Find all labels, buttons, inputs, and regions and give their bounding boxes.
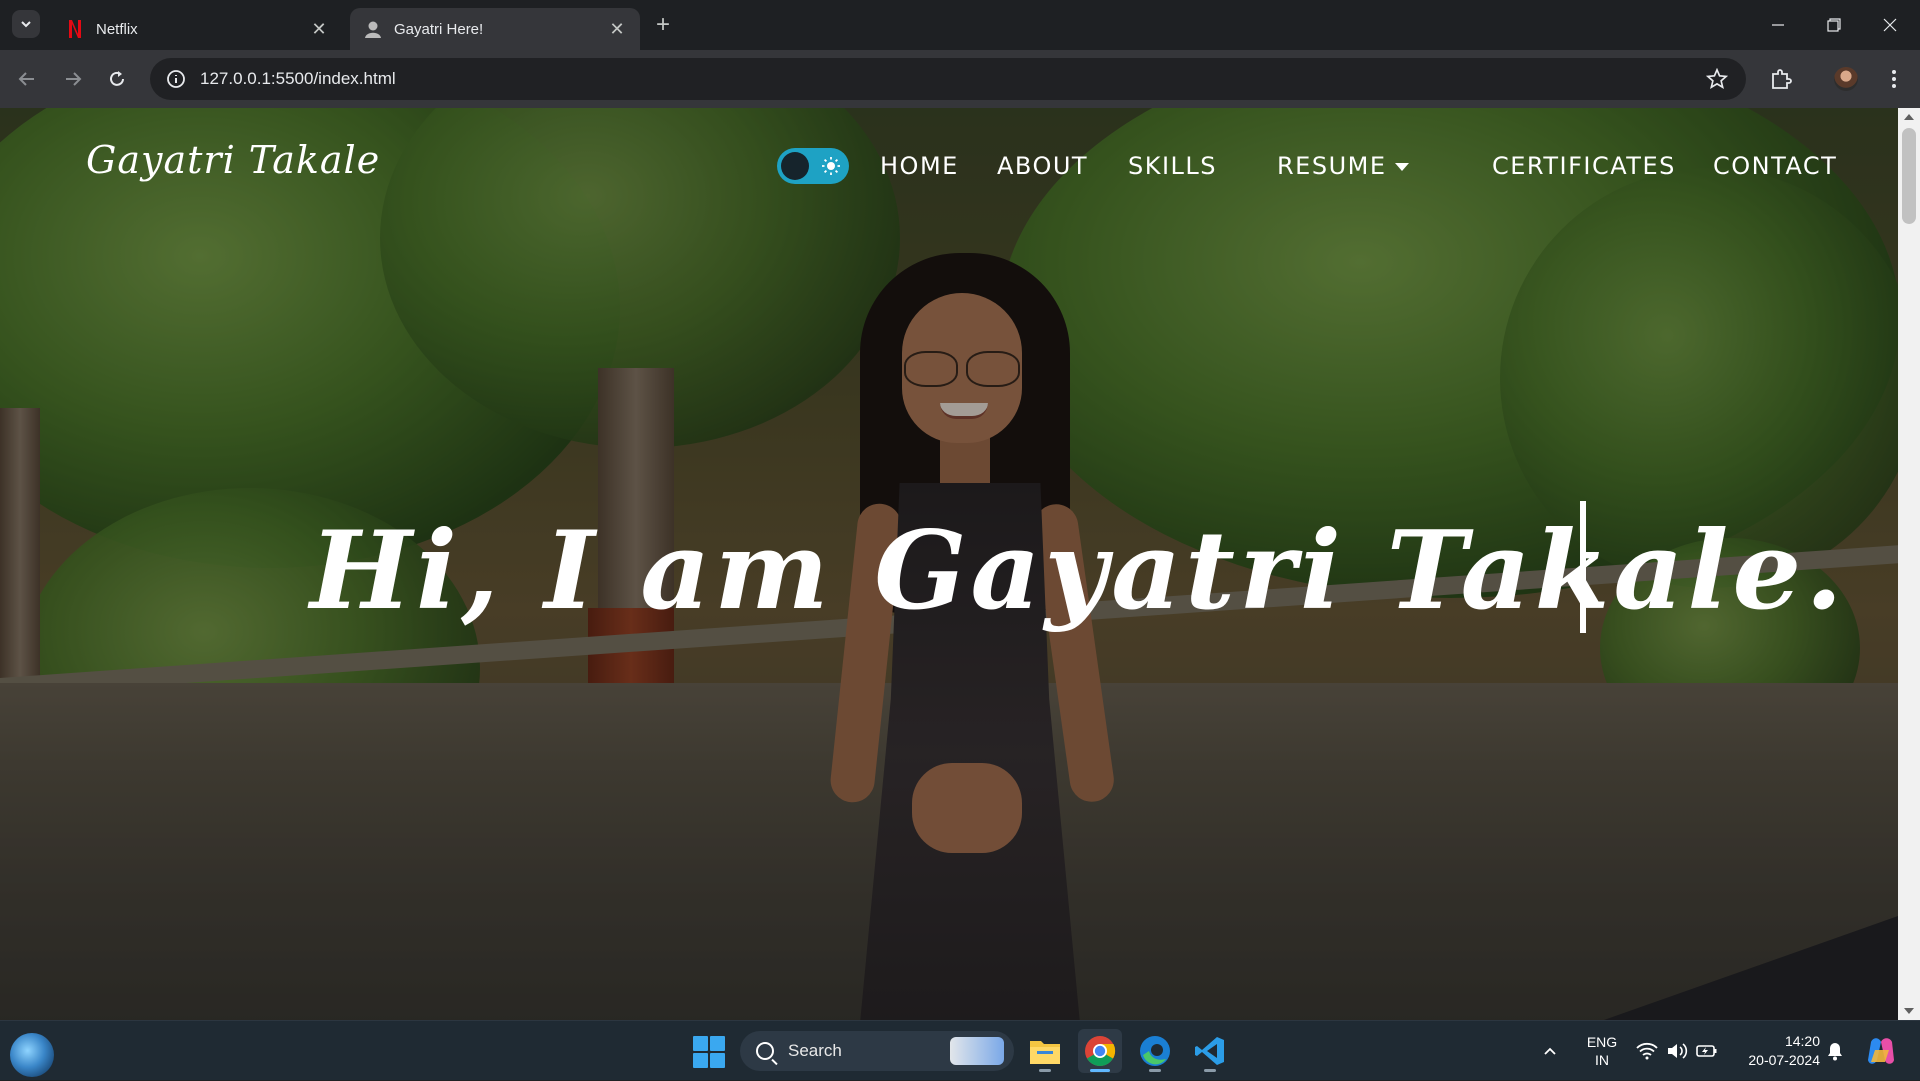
url-text: 127.0.0.1:5500/index.html	[200, 69, 396, 88]
bell-icon	[1828, 1043, 1842, 1061]
taskbar-search[interactable]: Search	[740, 1031, 1014, 1071]
profile-button[interactable]	[1830, 63, 1862, 95]
more-vert-icon	[1892, 70, 1896, 88]
tab-netflix[interactable]: Netflix ✕	[52, 8, 342, 50]
caret-down-icon	[1394, 163, 1409, 171]
arrow-left-icon	[18, 72, 34, 86]
clock-time: 14:20	[1784, 1033, 1820, 1049]
page-scrollbar[interactable]	[1898, 108, 1920, 1020]
hero-heading: Hi, I am Gayatri Takale.	[310, 508, 1847, 634]
reload-icon	[110, 71, 124, 86]
copilot-icon	[1868, 1038, 1894, 1064]
puzzle-icon	[1772, 69, 1792, 89]
nav-contact[interactable]: CONTACT	[1713, 152, 1837, 180]
theme-toggle[interactable]	[777, 148, 849, 184]
scroll-thumb[interactable]	[1902, 128, 1916, 224]
extensions-button[interactable]	[1765, 63, 1797, 95]
new-tab-button[interactable]: +	[650, 11, 676, 38]
netflix-icon	[66, 20, 84, 38]
page-viewport: Gayatri Takale HOME ABOUT SKILLS RESUME …	[0, 108, 1898, 1020]
typing-cursor	[1580, 501, 1586, 633]
nav-skills[interactable]: SKILLS	[1128, 152, 1217, 180]
show-hidden-icons[interactable]	[1542, 1021, 1558, 1081]
site-info-icon[interactable]	[166, 69, 186, 89]
edge-icon	[1140, 1036, 1170, 1066]
site-favicon-icon	[364, 20, 382, 38]
sun-icon	[822, 157, 840, 175]
volume-icon	[1668, 1043, 1688, 1059]
search-highlight-icon	[950, 1037, 1004, 1065]
wifi-icon	[1636, 1042, 1658, 1060]
language-code: ENG	[1586, 1034, 1618, 1050]
volume-status[interactable]	[1666, 1021, 1688, 1081]
restore-icon	[1827, 18, 1841, 32]
close-icon	[1883, 18, 1897, 32]
battery-charging-icon	[1696, 1045, 1717, 1057]
vscode-icon	[1195, 1037, 1224, 1065]
address-bar[interactable]: 127.0.0.1:5500/index.html	[150, 58, 1746, 100]
avatar	[1834, 67, 1858, 91]
nav-home[interactable]: HOME	[880, 152, 959, 180]
tab-search-button[interactable]	[12, 10, 40, 38]
nav-resume-dropdown[interactable]: RESUME	[1277, 152, 1409, 180]
tab-gayatri-here[interactable]: Gayatri Here! ✕	[350, 8, 640, 50]
nav-certificates[interactable]: CERTIFICATES	[1492, 152, 1676, 180]
copilot-button[interactable]	[1865, 1021, 1897, 1081]
vscode-app[interactable]	[1188, 1029, 1232, 1073]
chevron-up-icon	[1544, 1047, 1556, 1055]
minimize-icon	[1772, 24, 1784, 26]
windows-taskbar: Search ENG IN 14:20 20-07-2024	[0, 1020, 1920, 1080]
tab-title: Netflix	[96, 20, 138, 38]
browser-toolbar: 127.0.0.1:5500/index.html	[0, 50, 1920, 108]
scroll-down-icon[interactable]	[1904, 1008, 1914, 1014]
close-tab-icon[interactable]: ✕	[608, 19, 626, 39]
browser-tab-strip: Netflix ✕ Gayatri Here! ✕ +	[0, 0, 1920, 50]
search-label: Search	[788, 1041, 842, 1060]
notifications-button[interactable]	[1826, 1021, 1844, 1081]
region-code: IN	[1595, 1052, 1609, 1068]
nav-about[interactable]: ABOUT	[997, 152, 1088, 180]
minimize-button[interactable]	[1750, 0, 1806, 50]
system-clock[interactable]: 14:20 20-07-2024	[1736, 1032, 1820, 1070]
menu-button[interactable]	[1878, 63, 1910, 95]
back-button[interactable]	[10, 62, 44, 96]
reload-button[interactable]	[100, 62, 134, 96]
widgets-icon[interactable]	[10, 1033, 54, 1077]
close-window-button[interactable]	[1862, 0, 1918, 50]
chrome-icon	[1085, 1036, 1116, 1067]
tab-title: Gayatri Here!	[394, 20, 484, 38]
clock-date: 20-07-2024	[1748, 1052, 1820, 1068]
chevron-down-icon	[21, 21, 31, 28]
forward-button[interactable]	[56, 62, 90, 96]
battery-status[interactable]	[1696, 1021, 1718, 1081]
wifi-status[interactable]	[1636, 1021, 1658, 1081]
chrome-app[interactable]	[1078, 1029, 1122, 1073]
language-indicator[interactable]: ENG IN	[1580, 1033, 1624, 1069]
site-logo[interactable]: Gayatri Takale	[86, 138, 380, 182]
scroll-up-icon[interactable]	[1904, 114, 1914, 120]
restore-button[interactable]	[1806, 0, 1862, 50]
close-tab-icon[interactable]: ✕	[310, 19, 328, 39]
file-explorer-app[interactable]	[1023, 1029, 1067, 1073]
bookmark-star-icon[interactable]	[1706, 68, 1728, 90]
toggle-knob	[781, 152, 809, 180]
search-icon	[756, 1042, 774, 1060]
start-button[interactable]	[693, 1036, 725, 1068]
arrow-right-icon	[66, 72, 82, 86]
nav-resume-label: RESUME	[1277, 152, 1387, 180]
folder-icon	[1030, 1041, 1060, 1064]
edge-app[interactable]	[1133, 1029, 1177, 1073]
